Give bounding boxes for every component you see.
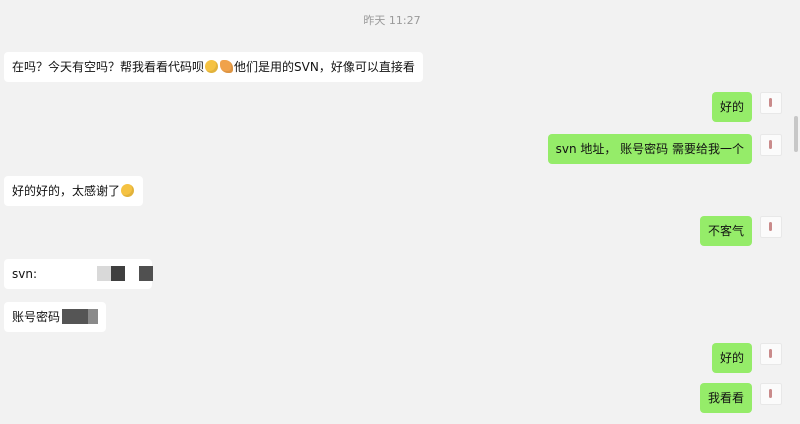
chat-timestamp: 昨天 11:27 [363,14,421,27]
redacted-block [138,266,153,281]
smiling-face-emoji-icon [121,184,135,197]
message-text: svn: [12,267,38,281]
message-row: svn: [4,259,153,289]
message-row: 账号密码 [4,302,107,332]
user-avatar[interactable] [760,383,782,405]
message-row: 在吗？今天有空吗？帮我看看代码呗 他们是用的SVN，好像可以直接看 [4,52,423,82]
message-bubble[interactable]: svn 地址， 账号密码 需要给我一个 [547,134,752,164]
user-avatar[interactable] [760,92,782,114]
message-bubble[interactable]: 我看看 [699,383,752,413]
message-bubble[interactable]: 不客气 [699,216,752,246]
user-avatar[interactable] [760,216,782,238]
message-bubble[interactable]: 好的 [711,343,752,373]
redacted-block [88,309,99,324]
message-bubble[interactable]: 好的 [711,92,752,122]
message-row: 不客气 [699,216,752,246]
message-row: 好的好的，太感谢了 [4,176,144,206]
message-bubble[interactable]: 好的好的，太感谢了 [4,176,144,206]
message-text: 在吗？今天有空吗？帮我看看代码呗 [12,60,205,74]
message-row: 我看看 [699,383,752,413]
user-avatar[interactable] [760,343,782,365]
message-row: 好的 [711,92,752,122]
folded-hands-emoji-icon [220,60,234,73]
message-bubble[interactable]: 在吗？今天有空吗？帮我看看代码呗 他们是用的SVN，好像可以直接看 [4,52,423,82]
scrollbar[interactable] [794,116,798,152]
message-text: 好的好的，太感谢了 [12,184,121,198]
redacted-block [62,309,89,324]
message-row: 好的 [711,343,752,373]
smiling-face-emoji-icon [205,60,219,73]
message-bubble[interactable]: 账号密码 [4,302,107,332]
redacted-block [96,266,111,281]
message-text: 他们是用的SVN，好像可以直接看 [234,60,415,74]
message-text: 账号密码 [12,310,61,324]
redacted-block [110,266,125,281]
user-avatar[interactable] [760,134,782,156]
message-row: svn 地址， 账号密码 需要给我一个 [547,134,752,164]
message-bubble[interactable]: svn: [4,259,153,289]
